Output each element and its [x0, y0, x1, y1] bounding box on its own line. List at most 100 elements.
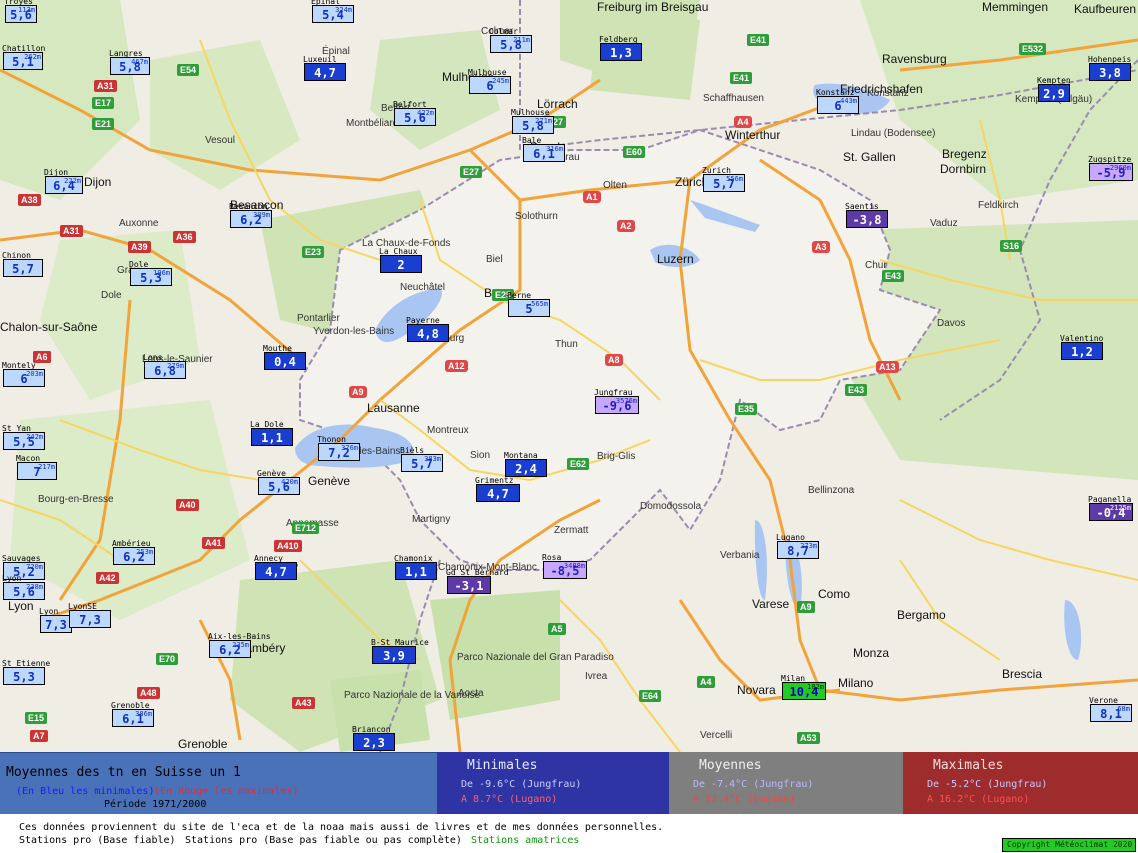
road-shield: A4 [697, 676, 715, 688]
station-marker[interactable]: Mulhouse 245m 6 [468, 68, 511, 94]
station-temperature: 8,1 [1100, 707, 1122, 721]
station-marker[interactable]: Colmar 211m 5,8 [489, 27, 532, 53]
legend-note-blue: (En Bleu les minimales) [16, 786, 155, 797]
place-label: Dijon [84, 175, 112, 189]
station-marker[interactable]: La Dole 1,1 [250, 420, 293, 446]
station-name: Lugano [776, 533, 805, 542]
station-temperature: 6,2 [240, 213, 262, 227]
station-marker[interactable]: Mulhouse 271m 5,8 [511, 108, 554, 134]
station-marker[interactable]: Zurich 556m 5,7 [702, 166, 745, 192]
station-marker[interactable]: Dijon 222m 6,4 [44, 168, 83, 194]
station-marker[interactable]: Troyes 113m 5,6 [4, 0, 37, 23]
station-temperature: -0,4 [1096, 506, 1126, 520]
place-label: Pontarlier [297, 313, 340, 324]
road-shield: A5 [548, 623, 566, 635]
station-marker[interactable]: LyonSE 7,3 [68, 602, 111, 628]
station-name: Grimentz [475, 476, 514, 485]
station-name: Colmar [489, 27, 518, 36]
station-marker[interactable]: Besancon 309m 6,2 [229, 202, 272, 228]
station-name: St Etienne [2, 659, 51, 668]
map-area[interactable]: Freiburg im Breisgau Ravensburg Kaufbeuren… [0, 0, 1138, 752]
station-marker[interactable]: Feldberg 1,3 [599, 35, 642, 61]
station-marker[interactable]: Chatillon 262m 5,1 [2, 44, 45, 70]
station-marker[interactable]: Thonon 376m 7,2 [317, 435, 360, 461]
place-label: Yverdon-les-Bains [313, 326, 395, 337]
road-shield: A3 [812, 241, 830, 253]
road-shield: E17 [92, 97, 115, 109]
station-marker[interactable]: Valentino 1,2 [1060, 334, 1103, 360]
station-temperature: 5,8 [522, 119, 544, 133]
station-marker[interactable]: Mouthe 0,4 [263, 344, 306, 370]
station-marker[interactable]: Rosa 3488m -8,5 [542, 553, 587, 579]
station-marker[interactable]: Payerne 4,8 [406, 316, 449, 342]
station-marker[interactable]: Paganella 2125m -0,4 [1088, 495, 1133, 521]
station-marker[interactable]: Chinon 5,7 [2, 251, 43, 277]
station-temperature: 5,6 [404, 111, 426, 125]
station-name: Briancon [352, 725, 391, 734]
station-temperature: 4,7 [487, 487, 509, 501]
station-marker[interactable]: Jungfrau 3576m -9,6 [594, 388, 639, 414]
station-marker[interactable]: La Chaux 2 [379, 247, 422, 273]
footer-pro-unsure: Stations pro (Base pas fiable ou pas com… [185, 835, 462, 846]
station-marker[interactable]: Genève 420m 5,6 [257, 469, 300, 495]
road-shield: E60 [623, 146, 646, 158]
station-name: Genève [257, 469, 286, 478]
station-marker[interactable]: Aix-les-Bains 235m 6,2 [208, 632, 271, 658]
station-marker[interactable]: Epinal 324m 5,4 [311, 0, 354, 23]
station-marker[interactable]: Bale 316m 6,1 [522, 136, 565, 162]
station-marker[interactable]: Luxeuil 4,7 [303, 55, 346, 81]
station-marker[interactable]: Verone 68m 8,1 [1089, 696, 1132, 722]
station-marker[interactable]: Belfort 422m 5,6 [393, 100, 436, 126]
station-temperature: 4,7 [314, 66, 336, 80]
station-marker[interactable]: Bièls 383m 5,7 [400, 446, 443, 472]
station-marker[interactable]: Briancon 2,3 [352, 725, 395, 751]
station-marker[interactable]: Montely 203m 6 [2, 361, 45, 387]
place-label: Lindau (Bodensee) [851, 128, 936, 139]
place-label: Domodossola [640, 501, 702, 512]
station-name: St Yan [2, 424, 31, 433]
station-marker[interactable]: St Etienne 5,3 [2, 659, 50, 685]
station-temperature: 7,3 [45, 618, 67, 632]
road-shield: E23 [302, 246, 325, 258]
place-label: Verbania [720, 550, 760, 561]
station-name: Dijon [44, 168, 69, 177]
station-marker[interactable]: Grimentz 4,7 [475, 476, 520, 502]
station-marker[interactable]: St Yan 242m 5,5 [2, 424, 45, 450]
station-name: Mouthe [263, 344, 292, 353]
station-marker[interactable]: Dole 196m 5,3 [129, 260, 172, 286]
road-shield: E64 [639, 690, 662, 702]
station-name: Grenoble [111, 701, 150, 710]
station-name: Aix-les-Bains [208, 632, 271, 641]
station-marker[interactable]: Gd St Bernard -3,1 [446, 568, 509, 594]
station-marker[interactable]: Grenoble 386m 6,1 [111, 701, 154, 727]
station-marker[interactable]: Kempten 2,9 [1037, 76, 1071, 102]
station-marker[interactable]: Ambérieu 253m 6,2 [112, 539, 155, 565]
station-marker[interactable]: Chamonix 1,1 [394, 554, 437, 580]
legend-title: Moyennes des tn en Suisse un 1 [6, 765, 241, 780]
station-temperature: 3,8 [1099, 66, 1121, 80]
station-marker[interactable]: Konstanz 443m 6 [816, 88, 859, 114]
station-marker[interactable]: Saentis -3,8 [845, 202, 888, 228]
place-label: Dole [101, 290, 122, 301]
station-marker[interactable]: Lyon 7,3 [39, 607, 72, 633]
road-shield: A31 [60, 225, 83, 237]
station-marker[interactable]: Annecy 4,7 [254, 554, 297, 580]
station-name: Chatillon [2, 44, 46, 53]
station-marker[interactable]: Montana 2,4 [504, 451, 547, 477]
legend-min-heading: Minimales [467, 758, 538, 773]
place-label: Freiburg im Breisgau [597, 0, 709, 14]
station-name: Kempten [1037, 76, 1071, 85]
station-marker[interactable]: B-St Maurice 3,9 [371, 638, 429, 664]
station-marker[interactable]: Lons 279m 6,8 [143, 353, 186, 379]
station-marker[interactable]: Zugspitze 2960m -5,9 [1088, 155, 1133, 181]
road-shield: E712 [292, 522, 320, 534]
station-marker[interactable]: Lugano 273m 8,7 [776, 533, 819, 559]
station-marker[interactable]: Berne 565m 5 [507, 291, 550, 317]
place-label: Lyon [8, 599, 34, 613]
station-marker[interactable]: Hohenpeis 3,8 [1088, 55, 1131, 81]
station-marker[interactable]: Milan 102m 10,4 [781, 674, 826, 700]
road-shield: A42 [96, 572, 119, 584]
station-marker[interactable]: Langres 467m 5,8 [109, 49, 150, 75]
station-marker[interactable]: Macon 217m 7 [16, 454, 57, 480]
station-marker[interactable]: Lyon 238m 5,6 [2, 574, 45, 600]
